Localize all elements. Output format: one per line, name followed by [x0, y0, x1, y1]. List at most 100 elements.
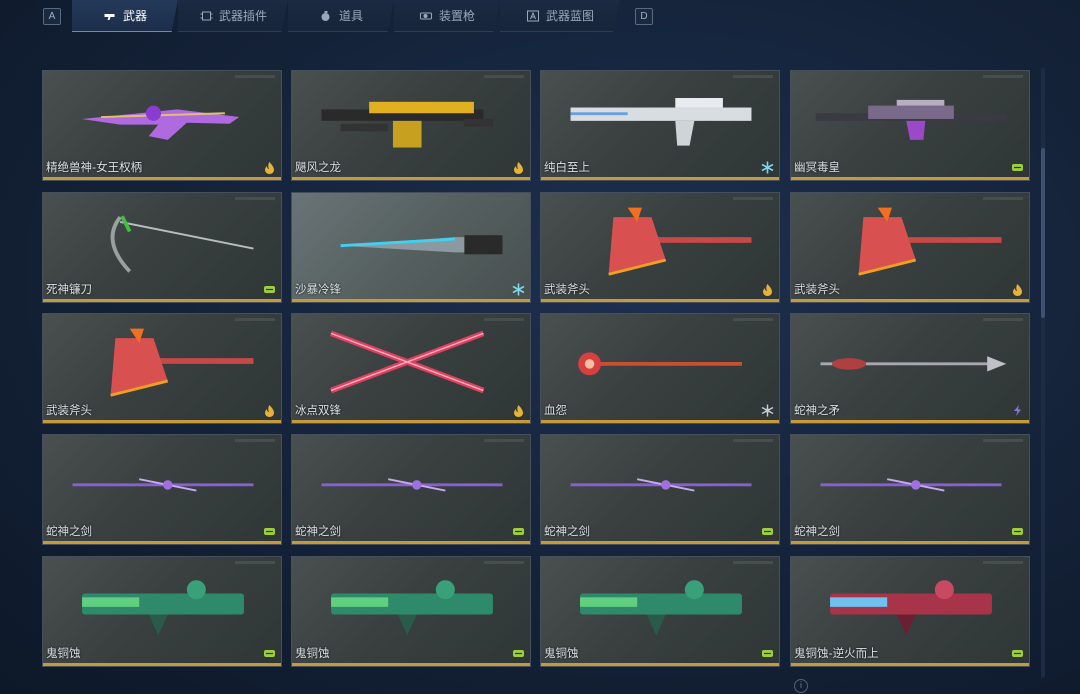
weapon-name: 血怨	[544, 403, 567, 417]
card-decoration	[484, 197, 524, 200]
staff-image	[578, 352, 742, 376]
fire-icon	[514, 162, 523, 174]
rarity-bar	[541, 541, 779, 544]
weapon-card[interactable]: 蛇神之剑	[790, 434, 1030, 545]
axe-image	[858, 207, 1002, 276]
sword-image	[321, 478, 503, 492]
weapon-card[interactable]: 武装斧头	[42, 313, 282, 424]
weapon-card[interactable]: 飓风之龙	[291, 70, 531, 181]
knife-image	[340, 235, 503, 255]
weapon-name: 武装斧头	[46, 403, 92, 417]
fire-icon	[265, 405, 274, 417]
weapon-card[interactable]: 武装斧头	[790, 192, 1030, 303]
card-decoration	[733, 561, 773, 564]
weapon-name: 蛇神之剑	[794, 524, 840, 538]
weapon-card[interactable]: 死神镰刀	[42, 192, 282, 303]
chip-icon	[200, 11, 213, 20]
rarity-bar	[43, 420, 281, 423]
weapon-card[interactable]: 蛇神之矛	[790, 313, 1030, 424]
ticket-icon	[1012, 164, 1023, 171]
card-decoration	[983, 197, 1023, 200]
rarity-bar	[43, 663, 281, 666]
tab-4[interactable]: 武器蓝图	[500, 0, 620, 32]
weapon-name: 鬼铜蚀	[295, 646, 330, 660]
weapon-card[interactable]: 纯白至上	[540, 70, 780, 181]
tab-label: 装置枪	[438, 9, 475, 23]
rarity-bar	[292, 299, 530, 302]
scrollbar-thumb[interactable]	[1041, 148, 1045, 318]
lightning-icon	[1014, 405, 1021, 416]
purple-rifle-image	[82, 105, 240, 140]
axe-image	[110, 328, 254, 397]
weapon-name: 死神镰刀	[46, 282, 92, 296]
rarity-bar	[791, 299, 1029, 302]
scythe-image	[110, 215, 254, 273]
card-decoration	[983, 318, 1023, 321]
card-decoration	[983, 75, 1023, 78]
weapon-name: 鬼铜蚀	[46, 646, 81, 660]
fire-icon	[1013, 284, 1022, 296]
tab-label: 武器蓝图	[545, 9, 594, 23]
weapon-card[interactable]: 蛇神之剑	[540, 434, 780, 545]
rarity-bar	[43, 299, 281, 302]
blueprint-icon	[526, 10, 539, 21]
tab-3[interactable]: 装置枪	[394, 0, 500, 32]
card-decoration	[733, 75, 773, 78]
weapon-card[interactable]: 武装斧头	[540, 192, 780, 303]
weapon-card[interactable]: 幽冥毒皇	[790, 70, 1030, 181]
ticket-icon	[762, 528, 773, 535]
tab-label: 武器插件	[218, 9, 267, 23]
weapon-card[interactable]: 鬼铜蚀	[42, 556, 282, 667]
ticket-icon	[513, 650, 524, 657]
weapon-name: 纯白至上	[544, 160, 590, 174]
card-decoration	[235, 561, 275, 564]
axe-image	[608, 207, 752, 276]
white-rifle-image	[570, 98, 752, 146]
tab-label: 武器	[122, 9, 147, 23]
rarity-bar	[292, 420, 530, 423]
weapon-name: 精绝兽神-女王权柄	[46, 160, 143, 174]
card-decoration	[235, 75, 275, 78]
scrollbar[interactable]	[1041, 68, 1045, 678]
rarity-bar	[43, 177, 281, 180]
tab-0[interactable]: 武器	[72, 0, 178, 32]
green-cannon-image	[82, 580, 244, 636]
weapon-card[interactable]: 冰点双锋	[291, 313, 531, 424]
weapon-card[interactable]: 鬼铜蚀	[291, 556, 531, 667]
rarity-bar	[541, 663, 779, 666]
rarity-bar	[791, 177, 1029, 180]
weapon-card[interactable]: 沙暴冷锋	[291, 192, 531, 303]
weapon-card[interactable]: 精绝兽神-女王权柄	[42, 70, 282, 181]
grenade-icon	[321, 10, 330, 21]
weapon-card[interactable]: 鬼铜蚀-逆火而上	[790, 556, 1030, 667]
weapon-name: 沙暴冷锋	[295, 282, 341, 296]
snowflake-icon	[512, 283, 525, 296]
ticket-icon	[264, 528, 275, 535]
green-cannon-image	[580, 580, 742, 636]
rarity-bar	[541, 177, 779, 180]
category-tabs: 武器 武器插件 道具 装置枪 武器蓝图	[72, 0, 620, 32]
rarity-bar	[292, 541, 530, 544]
spear-image	[820, 356, 1007, 372]
card-decoration	[235, 318, 275, 321]
tab-1[interactable]: 武器插件	[178, 0, 288, 32]
star-icon	[761, 404, 774, 417]
gold-mg-image	[321, 101, 493, 148]
ticket-icon	[264, 650, 275, 657]
weapon-card[interactable]: 鬼铜蚀	[540, 556, 780, 667]
weapon-card[interactable]: 蛇神之剑	[291, 434, 531, 545]
weapon-card[interactable]: 蛇神之剑	[42, 434, 282, 545]
info-icon[interactable]: i	[794, 679, 808, 693]
card-decoration	[484, 439, 524, 442]
card-decoration	[484, 75, 524, 78]
weapon-name: 鬼铜蚀	[544, 646, 579, 660]
tab-2[interactable]: 道具	[288, 0, 394, 32]
dual-blades-image	[330, 330, 485, 394]
ticket-icon	[1012, 650, 1023, 657]
weapon-name: 幽冥毒皇	[794, 160, 840, 174]
dark-sniper-image	[815, 99, 1007, 140]
fire-icon	[514, 405, 523, 417]
fire-icon	[265, 162, 274, 174]
tab-label: 道具	[338, 9, 363, 23]
weapon-card[interactable]: 血怨	[540, 313, 780, 424]
